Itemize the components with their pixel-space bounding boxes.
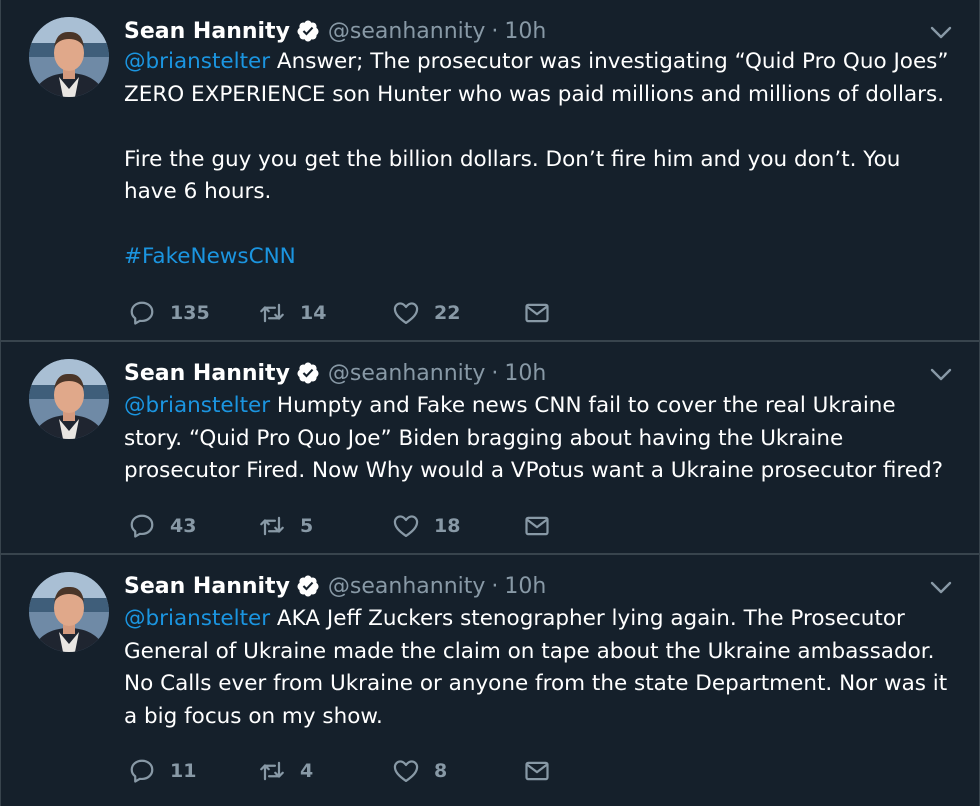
avatar[interactable] [29, 17, 109, 97]
retweet-count: 4 [300, 760, 314, 782]
reply-count: 43 [170, 515, 197, 537]
mention-link[interactable]: @brianstelter [124, 606, 270, 631]
verified-badge-icon [296, 361, 320, 385]
verified-badge-icon [296, 19, 320, 43]
like-count: 18 [434, 515, 461, 537]
timestamp[interactable]: 10h [504, 19, 546, 44]
tweet-text: @brianstelter Humpty and Fake news CNN f… [124, 390, 959, 488]
direct-message-button[interactable] [523, 511, 551, 541]
reply-icon [128, 299, 156, 327]
user-handle[interactable]: @seanhannity [328, 361, 486, 386]
heart-icon [392, 757, 420, 785]
retweet-button[interactable]: 14 [258, 298, 326, 328]
reply-button[interactable]: 135 [128, 298, 210, 328]
retweet-button[interactable]: 4 [258, 756, 313, 786]
tweet[interactable]: Sean Hannity @seanhannity · 10h @brianst… [1, 555, 979, 806]
tweet-header: Sean Hannity @seanhannity · 10h [124, 356, 546, 390]
tweet-header: Sean Hannity @seanhannity · 10h [124, 569, 546, 603]
heart-icon [392, 299, 420, 327]
verified-badge-icon [296, 574, 320, 598]
mention-link[interactable]: @brianstelter [124, 49, 270, 74]
user-handle[interactable]: @seanhannity [328, 19, 486, 44]
timeline: Sean Hannity @seanhannity · 10h @brianst… [0, 0, 980, 806]
display-name[interactable]: Sean Hannity [124, 574, 290, 599]
reply-button[interactable]: 11 [128, 756, 196, 786]
retweet-icon [258, 757, 286, 785]
display-name[interactable]: Sean Hannity [124, 19, 290, 44]
envelope-icon [523, 299, 551, 327]
avatar-image [29, 17, 109, 97]
avatar-image [29, 359, 109, 439]
chevron-down-icon[interactable] [929, 366, 953, 384]
reply-count: 135 [170, 302, 210, 324]
separator: · [491, 18, 499, 44]
tweet-text: @brianstelter AKA Jeff Zuckers stenograp… [124, 603, 959, 733]
hashtag-link[interactable]: #FakeNewsCNN [124, 244, 296, 269]
like-button[interactable]: 22 [392, 298, 460, 328]
avatar[interactable] [29, 359, 109, 439]
like-count: 8 [434, 760, 448, 782]
tweet-text-part: Fire the guy you get the billion dollars… [124, 146, 901, 205]
reply-icon [128, 512, 156, 540]
like-count: 22 [434, 302, 461, 324]
tweet[interactable]: Sean Hannity @seanhannity · 10h @brianst… [1, 0, 979, 342]
chevron-down-icon[interactable] [929, 24, 953, 42]
avatar-image [29, 572, 109, 652]
timestamp[interactable]: 10h [504, 574, 546, 599]
retweet-button[interactable]: 5 [258, 511, 313, 541]
envelope-icon [523, 757, 551, 785]
like-button[interactable]: 18 [392, 511, 460, 541]
reply-button[interactable]: 43 [128, 511, 196, 541]
direct-message-button[interactable] [523, 298, 551, 328]
mention-link[interactable]: @brianstelter [124, 393, 270, 418]
like-button[interactable]: 8 [392, 756, 447, 786]
retweet-icon [258, 299, 286, 327]
retweet-count: 5 [300, 515, 314, 537]
chevron-down-icon[interactable] [929, 579, 953, 597]
retweet-icon [258, 512, 286, 540]
heart-icon [392, 512, 420, 540]
reply-count: 11 [170, 760, 197, 782]
tweet-text: @brianstelter Answer; The prosecutor was… [124, 46, 959, 274]
direct-message-button[interactable] [523, 756, 551, 786]
reply-icon [128, 757, 156, 785]
tweet-header: Sean Hannity @seanhannity · 10h [124, 14, 546, 48]
separator: · [491, 360, 499, 386]
envelope-icon [523, 512, 551, 540]
separator: · [491, 573, 499, 599]
tweet[interactable]: Sean Hannity @seanhannity · 10h @brianst… [1, 342, 979, 555]
user-handle[interactable]: @seanhannity [328, 574, 486, 599]
retweet-count: 14 [300, 302, 327, 324]
timestamp[interactable]: 10h [504, 361, 546, 386]
avatar[interactable] [29, 572, 109, 652]
display-name[interactable]: Sean Hannity [124, 361, 290, 386]
